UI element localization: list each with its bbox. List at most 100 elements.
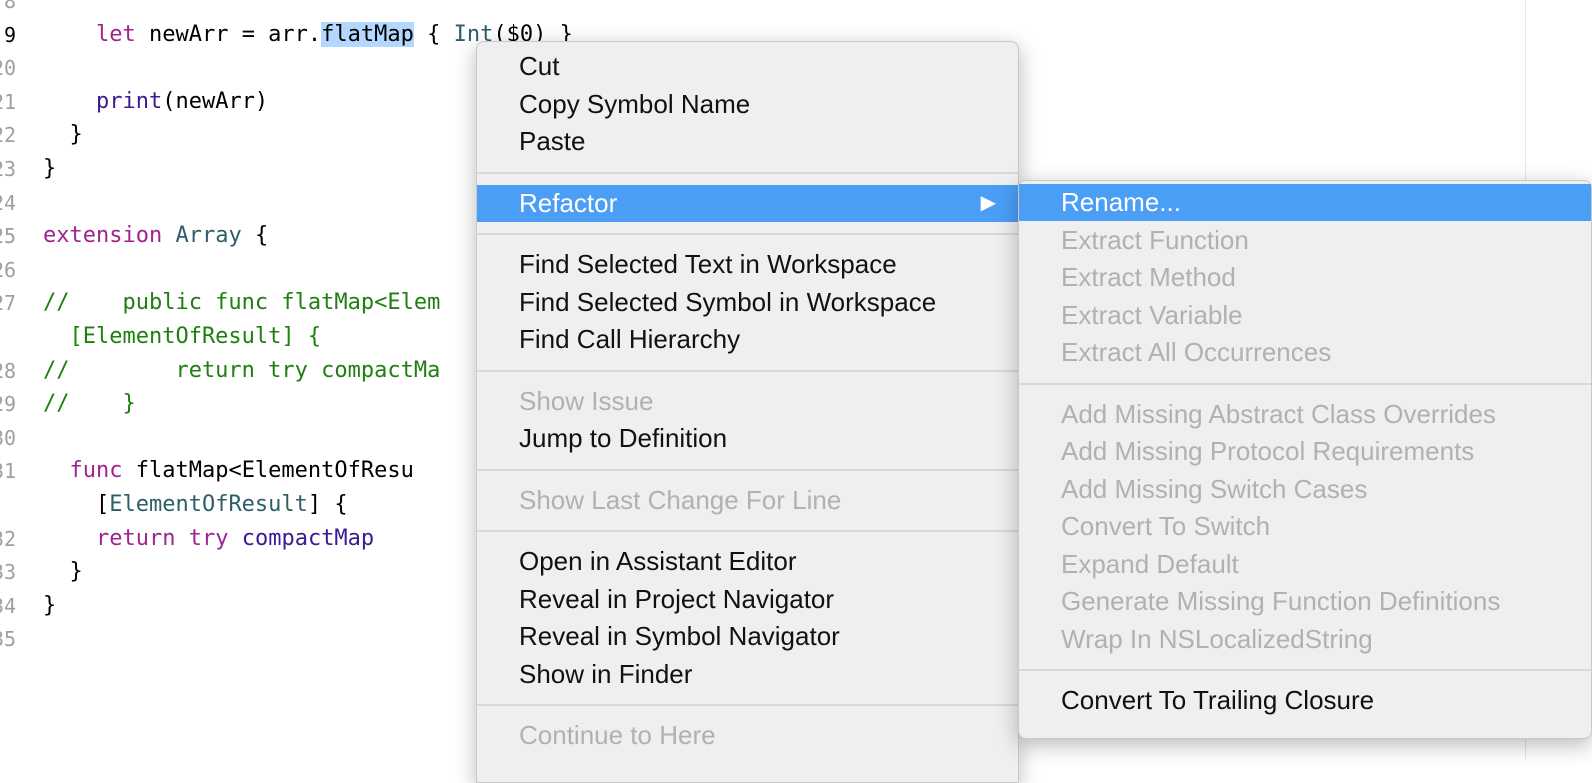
code-text: func flatMap<ElementOfResu [43, 454, 414, 488]
menu-item-continue-to-here: Continue to Here [477, 717, 1018, 754]
line-number: 9 [3, 22, 16, 47]
code-token: print [95, 88, 163, 114]
menu-item-add-missing-abstract-class-overrides: Add Missing Abstract Class Overrides [1019, 396, 1591, 433]
menu-item-label: Generate Missing Function Definitions [1061, 586, 1501, 616]
code-text: } [43, 589, 56, 623]
menu-item-refactor[interactable]: Refactor ▶ [477, 184, 1018, 222]
menu-item-find-call-hierarchy[interactable]: Find Call Hierarchy [477, 321, 1018, 358]
menu-item-label: Find Selected Symbol in Workspace [519, 286, 937, 317]
menu-item-paste[interactable]: Paste [477, 123, 1018, 160]
menu-item-reveal-in-project-navigator[interactable]: Reveal in Project Navigator [477, 581, 1018, 618]
code-token: // return try compactMa [43, 357, 441, 383]
menu-item-label: Convert To Switch [1061, 511, 1271, 541]
menu-item-rename[interactable]: Rename... [1019, 184, 1591, 221]
menu-item-label: Show Issue [519, 385, 654, 416]
code-text: } [43, 152, 56, 186]
line-number: 32 [0, 526, 17, 551]
code-token: let [95, 21, 136, 47]
context-menu: Cut Copy Symbol Name Paste Refactor ▶ Find Se… [476, 41, 1019, 783]
line-number: 33 [0, 560, 17, 585]
line-number: 27 [0, 291, 17, 316]
menu-item-label: Add Missing Abstract Class Overrides [1061, 398, 1496, 429]
menu-separator [477, 468, 1018, 471]
code-token: func [69, 458, 123, 484]
menu-item-extract-all-occurrences: Extract All Occurrences [1019, 334, 1591, 371]
code-token: compactMap [241, 525, 375, 551]
menu-item-label: Find Selected Text in Workspace [519, 249, 897, 279]
code-text: [ElementOfResult] { [43, 320, 321, 354]
menu-item-label: Extract All Occurrences [1061, 337, 1332, 367]
menu-item-label: Add Missing Switch Cases [1061, 473, 1368, 504]
menu-item-label: Rename... [1061, 187, 1181, 217]
menu-item-convert-to-trailing-closure[interactable]: Convert To Trailing Closure [1019, 682, 1591, 719]
line-number: 24 [0, 190, 17, 215]
menu-item-show-last-change-for-line: Show Last Change For Line [477, 482, 1018, 519]
code-token: } [43, 592, 57, 618]
line-number: 28 [0, 358, 17, 383]
code-text: return try compactMap [43, 522, 374, 556]
menu-item-label: Jump to Definition [519, 423, 728, 453]
menu-item-label: Extract Function [1061, 224, 1249, 255]
code-token: { [241, 223, 269, 249]
code-line[interactable]: 8 [0, 0, 1592, 18]
line-number: 20 [0, 56, 17, 81]
menu-item-jump-to-definition[interactable]: Jump to Definition [477, 420, 1018, 457]
menu-item-label: Convert To Trailing Closure [1061, 685, 1375, 715]
code-text: // public func flatMap<Elem [43, 286, 440, 320]
menu-item-label: Reveal in Symbol Navigator [519, 621, 840, 651]
menu-item-open-in-assistant-editor[interactable]: Open in Assistant Editor [477, 543, 1018, 580]
code-text: // } [43, 387, 136, 421]
code-token: // } [43, 391, 136, 417]
menu-item-show-issue: Show Issue [477, 383, 1018, 420]
menu-item-generate-missing-function-definitions: Generate Missing Function Definitions [1019, 583, 1591, 620]
menu-item-label: Expand Default [1061, 548, 1239, 579]
line-number: 8 [3, 0, 16, 13]
menu-item-label: Find Call Hierarchy [519, 324, 741, 354]
menu-item-extract-function: Extract Function [1019, 222, 1591, 259]
menu-item-cut[interactable]: Cut [477, 48, 1018, 85]
code-text: extension Array { [43, 219, 268, 253]
menu-item-find-selected-symbol-in-workspace[interactable]: Find Selected Symbol in Workspace [477, 284, 1018, 321]
menu-item-label: Extract Variable [1061, 299, 1243, 330]
line-number: 22 [0, 123, 17, 148]
code-text: // return try compactMa [43, 354, 440, 388]
menu-item-wrap-in-nslocalizedstring: Wrap In NSLocalizedString [1019, 621, 1591, 658]
code-token: } [43, 122, 83, 148]
code-text: } [43, 118, 83, 152]
line-number: 23 [0, 157, 17, 181]
code-token: ElementOfResult [109, 492, 308, 517]
menu-item-show-in-finder[interactable]: Show in Finder [477, 656, 1018, 693]
menu-separator [1019, 382, 1591, 385]
menu-item-add-missing-protocol-requirements: Add Missing Protocol Requirements [1019, 433, 1591, 470]
code-token: newArr = arr. [135, 21, 322, 47]
line-number: 25 [0, 224, 17, 249]
code-text: } [43, 555, 82, 589]
menu-separator [477, 369, 1018, 372]
menu-item-find-selected-text-in-workspace[interactable]: Find Selected Text in Workspace [477, 246, 1018, 283]
menu-item-label: Paste [519, 126, 586, 156]
code-token: ] { [307, 492, 348, 517]
menu-item-extract-method: Extract Method [1019, 259, 1591, 296]
line-number: 21 [0, 89, 17, 114]
line-number: 29 [0, 392, 17, 417]
menu-item-convert-to-switch: Convert To Switch [1019, 508, 1591, 545]
code-token: [ElementOfResult] { [43, 324, 322, 349]
menu-item-label: Add Missing Protocol Requirements [1061, 436, 1475, 466]
code-token: Array [175, 223, 242, 249]
menu-item-copy-symbol-name[interactable]: Copy Symbol Name [477, 86, 1018, 123]
selected-symbol: flatMap [321, 21, 414, 47]
menu-item-add-missing-switch-cases: Add Missing Switch Cases [1019, 471, 1591, 508]
menu-item-reveal-in-symbol-navigator[interactable]: Reveal in Symbol Navigator [477, 618, 1018, 655]
code-token: { [413, 21, 454, 47]
menu-item-label: Reveal in Project Navigator [519, 583, 835, 614]
menu-separator [1019, 669, 1591, 671]
code-token: } [43, 156, 57, 181]
refactor-submenu: Rename... Extract Function Extract Method E… [1018, 180, 1592, 739]
code-token: flatMap<ElementOfResu [122, 458, 414, 484]
